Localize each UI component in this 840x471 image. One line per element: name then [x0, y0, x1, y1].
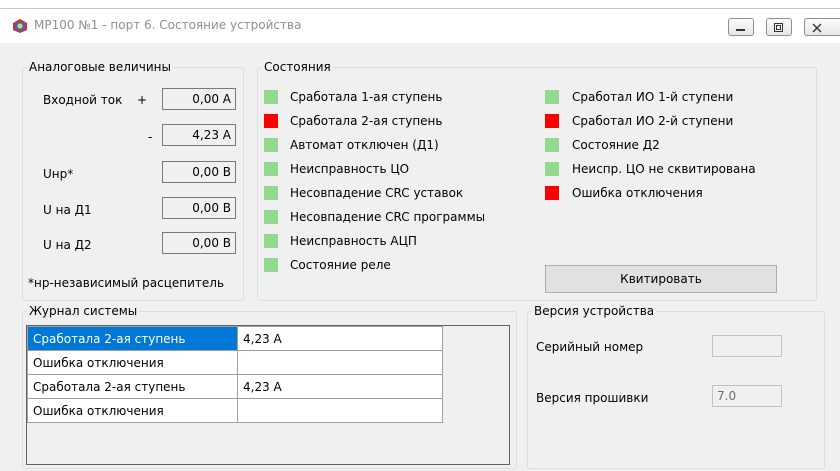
state-right-1-label: Сработал ИО 2-й ступени: [572, 114, 734, 128]
state-left-3-label: Неисправность ЦО: [290, 162, 410, 176]
u-d2-label: U на Д2: [43, 238, 92, 252]
state-right-4-label: Ошибка отключения: [572, 186, 703, 200]
acknowledge-button[interactable]: Квитировать: [545, 265, 777, 293]
journal-row[interactable]: Ошибка отключения: [27, 350, 443, 375]
state-left-6-indicator: [264, 234, 278, 248]
firmware-version-label: Версия прошивки: [536, 391, 649, 405]
version-legend: Версия устройства: [534, 304, 655, 318]
state-left-4-indicator: [264, 186, 278, 200]
input-current-label: Входной ток: [43, 93, 123, 107]
close-icon: [812, 23, 822, 33]
input-current-minus-sign: -: [148, 130, 153, 144]
analog-footnote: *нр-независимый расцепитель: [28, 276, 225, 290]
journal-row[interactable]: Ошибка отключения: [27, 398, 443, 423]
analog-legend: Аналоговые величины: [29, 60, 171, 74]
journal-value-cell[interactable]: 4,23 А: [237, 326, 443, 351]
state-right-0-label: Сработал ИО 1-й ступени: [572, 90, 734, 104]
minimize-icon: [736, 29, 745, 31]
state-left-3-indicator: [264, 162, 278, 176]
journal-row[interactable]: Сработала 2-ая ступень 4,23 А: [27, 374, 443, 399]
u-nr-value: 0,00 В: [162, 161, 236, 183]
u-d2-value: 0,00 В: [162, 232, 236, 254]
journal-event-cell[interactable]: Ошибка отключения: [27, 350, 238, 375]
state-right-2-indicator: [545, 138, 559, 152]
input-current-plus-sign: +: [137, 93, 148, 107]
state-left-0-indicator: [264, 90, 278, 104]
u-d1-value: 0,00 В: [162, 197, 236, 219]
close-button[interactable]: [804, 18, 840, 36]
state-left-0-label: Сработала 1-ая ступень: [290, 90, 443, 104]
journal-event-cell[interactable]: Ошибка отключения: [27, 398, 238, 423]
u-d1-label: U на Д1: [43, 203, 92, 217]
restore-button[interactable]: [766, 18, 792, 36]
title-bar: МР100 №1 - порт 6. Состояние устройства: [0, 9, 840, 43]
client-area: Аналоговые величины Входной ток + 0,00 А…: [0, 43, 840, 471]
state-left-4-label: Несовпадение CRC уставок: [290, 186, 464, 200]
journal-row[interactable]: Сработала 2-ая ступень 4,23 А: [27, 326, 443, 351]
state-left-1-indicator: [264, 114, 278, 128]
journal-event-cell[interactable]: Сработала 2-ая ступень: [27, 374, 238, 399]
firmware-version-field: 7.0: [712, 385, 782, 407]
state-left-2-label: Автомат отключен (Д1): [290, 138, 439, 152]
state-left-7-indicator: [264, 258, 278, 272]
state-left-5-label: Несовпадение CRC программы: [290, 210, 486, 224]
state-right-4-indicator: [545, 186, 559, 200]
journal-value-cell[interactable]: 4,23 А: [237, 374, 443, 399]
serial-number-field: [712, 335, 782, 357]
journal-table: Сработала 2-ая ступень 4,23 А Ошибка отклю…: [27, 326, 443, 423]
states-legend: Состояния: [264, 60, 331, 74]
input-current-minus-value: 4,23 А: [162, 124, 236, 146]
state-left-6-label: Неисправность АЦП: [290, 234, 417, 248]
state-right-3-label: Неиспр. ЦО не сквитирована: [572, 162, 756, 176]
journal-value-cell[interactable]: [237, 398, 443, 423]
state-left-1-label: Сработала 2-ая ступень: [290, 114, 443, 128]
state-left-7-label: Состояние реле: [290, 258, 391, 272]
journal-legend: Журнал системы: [29, 304, 138, 318]
u-nr-label: Uнр*: [43, 167, 74, 181]
window-title: МР100 №1 - порт 6. Состояние устройства: [34, 18, 302, 32]
state-left-5-indicator: [264, 210, 278, 224]
journal-event-cell[interactable]: Сработала 2-ая ступень: [27, 326, 238, 351]
device-state-window: МР100 №1 - порт 6. Состояние устройства …: [0, 8, 840, 471]
journal-grid[interactable]: Сработала 2-ая ступень 4,23 А Ошибка отклю…: [26, 325, 510, 465]
serial-number-label: Серийный номер: [536, 340, 644, 354]
device-icon: [13, 19, 27, 33]
restore-icon: [774, 23, 783, 32]
minimize-button[interactable]: [728, 18, 754, 36]
state-right-0-indicator: [545, 90, 559, 104]
state-left-2-indicator: [264, 138, 278, 152]
input-current-plus-value: 0,00 А: [162, 88, 236, 110]
state-right-2-label: Состояние Д2: [572, 138, 660, 152]
state-right-1-indicator: [545, 114, 559, 128]
journal-value-cell[interactable]: [237, 350, 443, 375]
state-right-3-indicator: [545, 162, 559, 176]
